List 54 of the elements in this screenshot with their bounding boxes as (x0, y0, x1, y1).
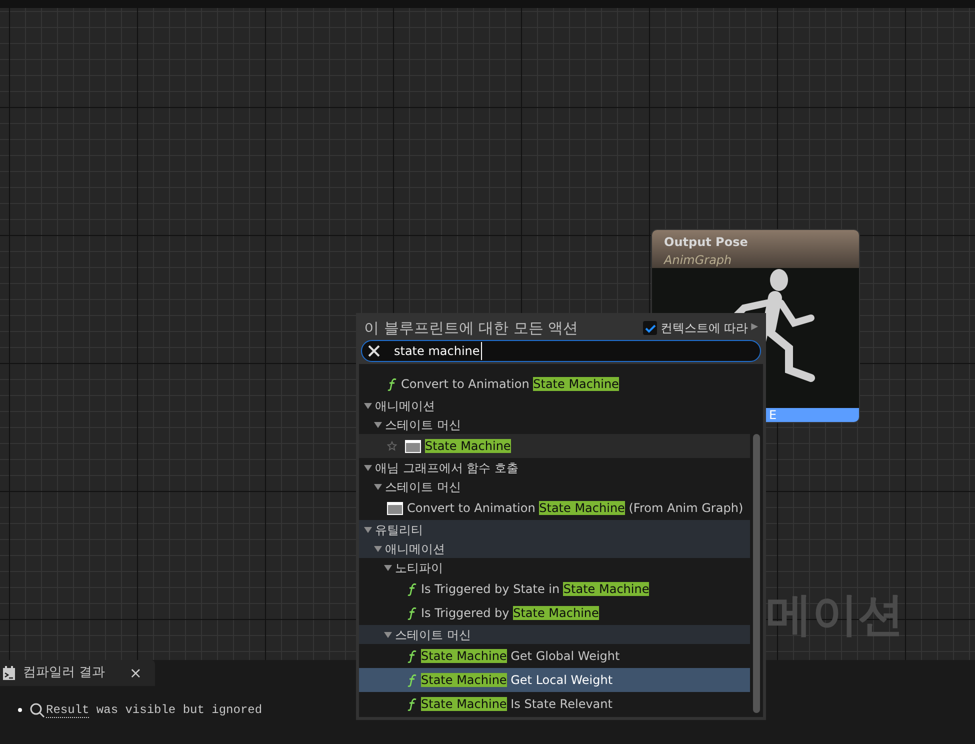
context-checkbox[interactable] (643, 321, 658, 335)
function-icon (387, 378, 397, 390)
action-label: Is Triggered by State in State Machine (421, 581, 650, 598)
function-icon (407, 606, 417, 620)
node-subtitle: AnimGraph (664, 252, 733, 269)
action-label: State Machine Is State Relevant (421, 696, 612, 713)
node-icon (387, 502, 403, 514)
category-header[interactable]: 스테이트 머신 (359, 477, 750, 496)
graph-watermark: 메이션 (766, 586, 904, 643)
expanded-triangle-icon[interactable] (373, 420, 383, 428)
action-label: State Machine (425, 438, 511, 455)
action-item[interactable]: Is Triggered by State in State Machine (359, 577, 750, 601)
search-field[interactable]: state machine (361, 340, 761, 362)
category-header[interactable]: 애니메이션 (359, 539, 750, 558)
result-link[interactable]: Result (46, 703, 90, 718)
star-icon[interactable] (387, 441, 397, 451)
node-icon (405, 440, 421, 452)
action-label: Is Triggered by State Machine (421, 605, 599, 622)
function-icon (407, 650, 417, 662)
category-header[interactable]: 스테이트 머신 (359, 625, 750, 644)
expanded-triangle-icon[interactable] (373, 482, 383, 490)
category-header[interactable]: 애님 그래프에서 함수 호출 (359, 458, 750, 477)
function-icon (407, 674, 417, 686)
expanded-triangle-icon[interactable] (373, 544, 383, 552)
log-message: Result was visible but ignored (46, 702, 262, 719)
context-label: 컨텍스트에 따라 (660, 320, 748, 337)
clear-icon[interactable] (368, 345, 380, 357)
action-label: State Machine Get Global Weight (421, 648, 620, 665)
action-item[interactable]: State Machine Is State Relevant (359, 692, 750, 716)
node-title: Output Pose (664, 234, 749, 251)
expanded-triangle-icon[interactable] (363, 526, 373, 534)
action-item[interactable]: State Machine (359, 434, 750, 458)
expanded-triangle-icon[interactable] (383, 564, 393, 572)
menu-title: 이 블루프린트에 대한 모든 액션 (364, 318, 578, 339)
action-label: State Machine Get Local Weight (421, 672, 613, 689)
function-icon (407, 582, 417, 596)
compiler-results-tab[interactable]: 컴파일러 결과 × (0, 660, 155, 686)
action-item[interactable]: Convert to Animation State Machine (From Anim Graph) (359, 496, 750, 520)
category-header[interactable]: 유틸리티 (359, 520, 750, 539)
action-item[interactable]: State Machine Get Global Weight (359, 644, 750, 668)
expanded-triangle-icon[interactable] (383, 630, 393, 638)
category-header[interactable]: 노티파이 (359, 558, 750, 577)
expanded-triangle-icon[interactable] (363, 402, 373, 410)
expand-arrow[interactable]: ▶ (751, 321, 758, 335)
search-icon[interactable] (30, 702, 45, 718)
action-label: Convert to Animation State Machine (401, 376, 619, 393)
close-button[interactable]: × (129, 662, 152, 684)
action-item[interactable]: State Machine Get Local Weight (359, 668, 750, 692)
terminal-icon (3, 666, 15, 680)
function-icon (407, 698, 417, 710)
action-item[interactable]: Is Triggered by State Machine (359, 601, 750, 625)
action-label: Convert to Animation State Machine (From Anim Graph) (407, 500, 744, 517)
expanded-triangle-icon[interactable] (363, 464, 373, 472)
scrollbar-thumb[interactable] (753, 434, 760, 713)
